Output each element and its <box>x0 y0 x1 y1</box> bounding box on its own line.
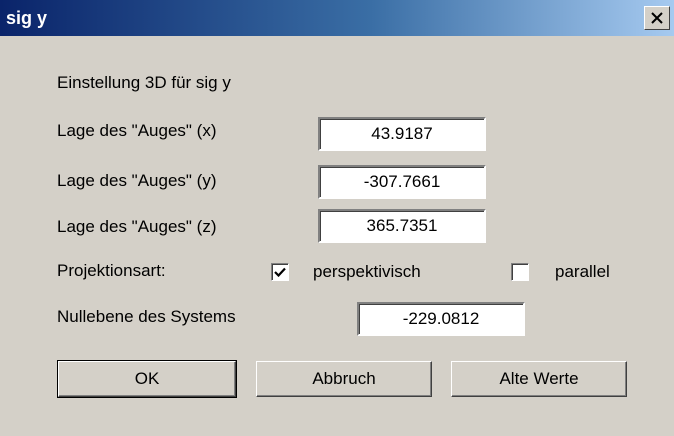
old-values-button[interactable]: Alte Werte <box>451 361 627 397</box>
eye-x-field[interactable] <box>318 117 486 151</box>
eye-z-label: Lage des "Auges" (z) <box>57 217 217 236</box>
eye-y-field[interactable] <box>318 165 486 199</box>
projection-label: Projektionsart: <box>57 261 166 280</box>
parallel-label: parallel <box>555 262 610 281</box>
parallel-checkbox[interactable] <box>511 263 529 281</box>
perspective-label: perspektivisch <box>313 262 421 281</box>
checkmark-icon <box>274 267 286 277</box>
eye-y-label: Lage des "Auges" (y) <box>57 171 217 190</box>
dialog-window: sig y Einstellung 3D für sig y Lage des … <box>0 0 674 436</box>
zero-plane-label: Nullebene des Systems <box>57 307 236 326</box>
eye-x-label: Lage des "Auges" (x) <box>57 121 217 140</box>
title-bar: sig y <box>0 0 674 36</box>
close-icon <box>651 12 663 24</box>
window-title: sig y <box>6 8 48 28</box>
perspective-checkbox[interactable] <box>271 263 289 281</box>
dialog-heading: Einstellung 3D für sig y <box>57 73 231 92</box>
zero-plane-field[interactable] <box>357 302 525 336</box>
cancel-button[interactable]: Abbruch <box>256 361 432 397</box>
close-button[interactable] <box>644 6 670 30</box>
eye-z-field[interactable] <box>318 209 486 243</box>
ok-button[interactable]: OK <box>57 360 237 398</box>
